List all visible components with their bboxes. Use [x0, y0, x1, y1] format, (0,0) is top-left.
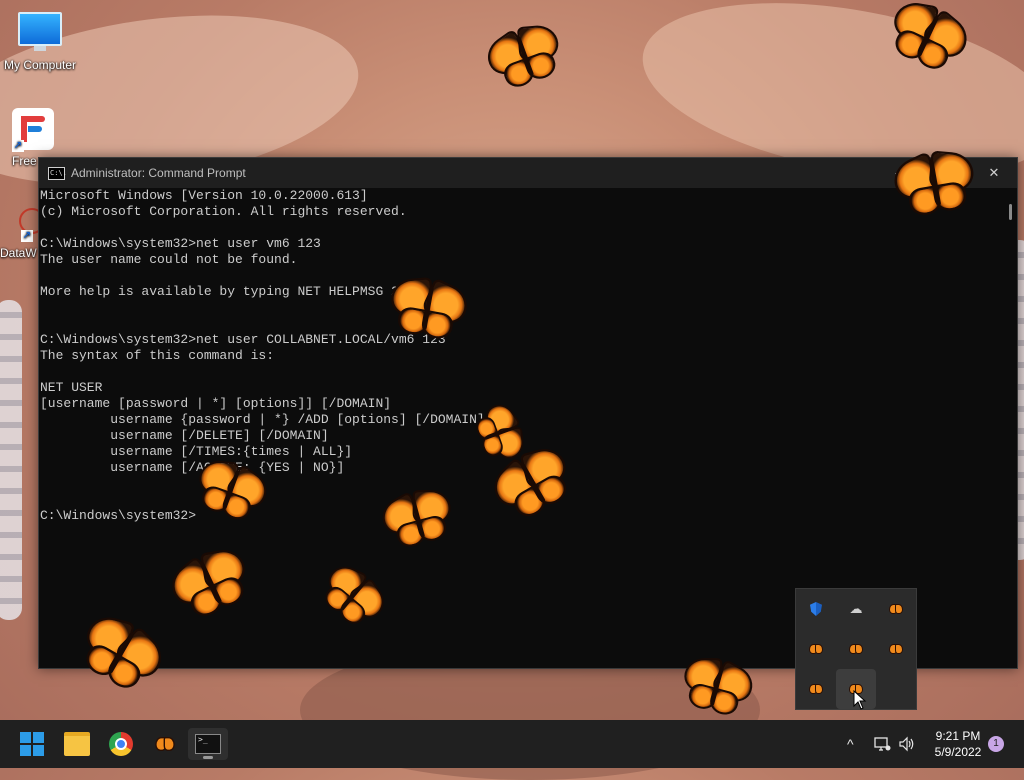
- butterfly-icon: [155, 737, 175, 751]
- butterfly-icon: [889, 604, 903, 614]
- console-line: More help is available by typing NET HEL…: [40, 284, 431, 299]
- network-icon: [874, 737, 891, 751]
- tray-butterfly[interactable]: [796, 629, 836, 669]
- shortcut-arrow-icon: ↗: [12, 140, 24, 152]
- console-line: Microsoft Windows [Version 10.0.22000.61…: [40, 188, 368, 203]
- mouse-cursor-icon: [853, 690, 867, 710]
- shortcut-arrow-icon: ↗: [21, 230, 33, 242]
- windows-logo-icon: [20, 732, 44, 756]
- butterfly-icon: [480, 16, 569, 96]
- monitor-icon: [18, 12, 62, 51]
- butterfly-icon: [887, 144, 980, 221]
- tray-onedrive[interactable]: ☁: [836, 589, 876, 629]
- butterfly-icon: [889, 644, 903, 654]
- volume-icon: [899, 736, 914, 752]
- tray-butterfly[interactable]: [836, 629, 876, 669]
- chrome-icon: [109, 732, 133, 756]
- tray-defender[interactable]: [796, 589, 836, 629]
- chevron-up-icon: ^: [847, 736, 854, 752]
- butterfly-icon: [809, 644, 823, 654]
- folder-icon: [64, 732, 90, 756]
- active-indicator: [203, 756, 213, 759]
- butterfly-icon: [809, 684, 823, 694]
- start-button[interactable]: [12, 728, 52, 760]
- desktop-icon-label: My Computer: [3, 58, 77, 72]
- wallpaper-stripe: [0, 300, 22, 620]
- cmd-taskbar-button[interactable]: >_: [188, 728, 228, 760]
- tray-butterfly[interactable]: [876, 629, 916, 669]
- butterfly-icon: [849, 644, 863, 654]
- butterfly-app-button[interactable]: [145, 728, 185, 760]
- network-button[interactable]: [873, 720, 891, 768]
- console-line: The syntax of this command is:: [40, 348, 275, 363]
- cloud-off-icon: ☁: [849, 601, 863, 616]
- console-line: C:\Windows\system32>net user COLLABNET.L…: [40, 332, 446, 347]
- taskbar: >_ ^ 9:21 PM 5/9/2022: [0, 720, 1024, 768]
- show-hidden-icons-button[interactable]: ^: [847, 720, 854, 768]
- terminal-icon: >_: [195, 734, 221, 754]
- console-line: [username [password | *] [options]] [/DO…: [40, 396, 392, 411]
- cmd-icon: C:\.: [48, 166, 67, 180]
- clock-date: 5/9/2022: [934, 745, 982, 759]
- volume-button[interactable]: [898, 720, 916, 768]
- console-line: (c) Microsoft Corporation. All rights re…: [40, 204, 407, 219]
- tray-butterfly[interactable]: [876, 589, 916, 629]
- tray-butterfly[interactable]: [796, 669, 836, 709]
- chrome-button[interactable]: [101, 728, 141, 760]
- console-line: The user name could not be found.: [40, 252, 298, 267]
- notification-badge[interactable]: 1: [988, 736, 1004, 752]
- window-title: Administrator: Command Prompt: [71, 166, 246, 180]
- window-titlebar[interactable]: C:\. Administrator: Command Prompt — ☐ ✕: [39, 158, 1017, 188]
- scrollbar[interactable]: [1003, 188, 1017, 668]
- scrollbar-thumb[interactable]: [1009, 204, 1012, 220]
- butterfly-icon: [385, 271, 474, 345]
- close-button[interactable]: ✕: [971, 158, 1017, 188]
- clock[interactable]: 9:21 PM 5/9/2022: [928, 728, 988, 760]
- desktop-icon-my-computer[interactable]: My Computer: [0, 12, 80, 72]
- console-line: NET USER: [40, 380, 103, 395]
- file-explorer-button[interactable]: [57, 728, 97, 760]
- console-line: C:\Windows\system32>net user vm6 123: [40, 236, 321, 251]
- clock-time: 9:21 PM: [935, 729, 981, 743]
- shield-warning-icon: [810, 602, 822, 616]
- app-icon: ↗: [12, 108, 54, 152]
